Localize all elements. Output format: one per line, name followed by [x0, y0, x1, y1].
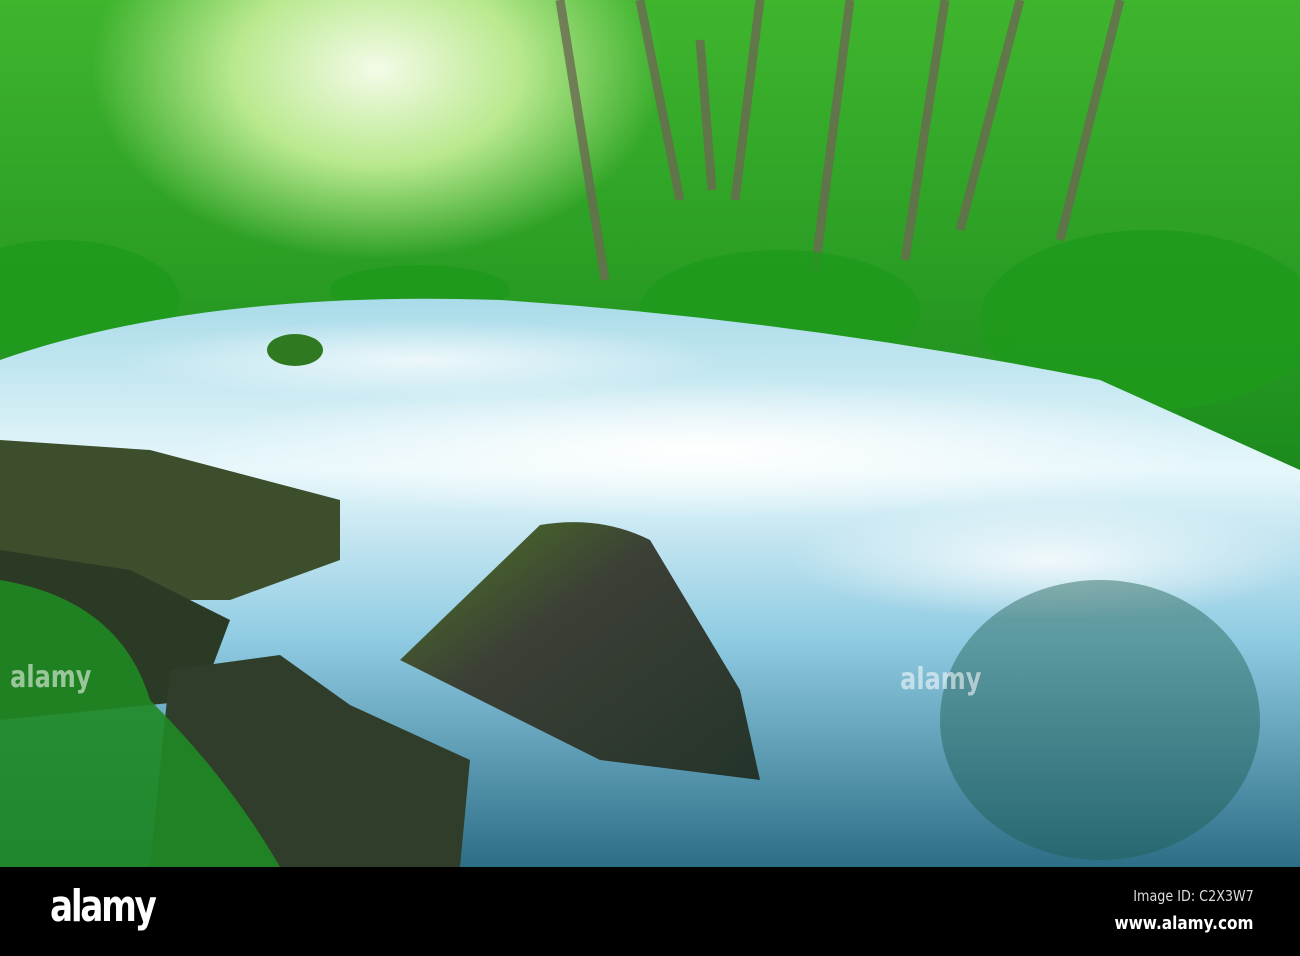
watermark-left: alamy — [10, 660, 92, 695]
website-link: www.alamy.com — [1115, 913, 1254, 934]
footer-bar: alamy Image ID: C2X3W7 www.alamy.com — [0, 867, 1300, 956]
watermark-right: alamy — [900, 662, 982, 697]
river-forest-photo — [0, 0, 1300, 867]
alamy-logo: alamy — [50, 881, 157, 932]
image-id-label: Image ID: C2X3W7 — [1133, 887, 1254, 905]
